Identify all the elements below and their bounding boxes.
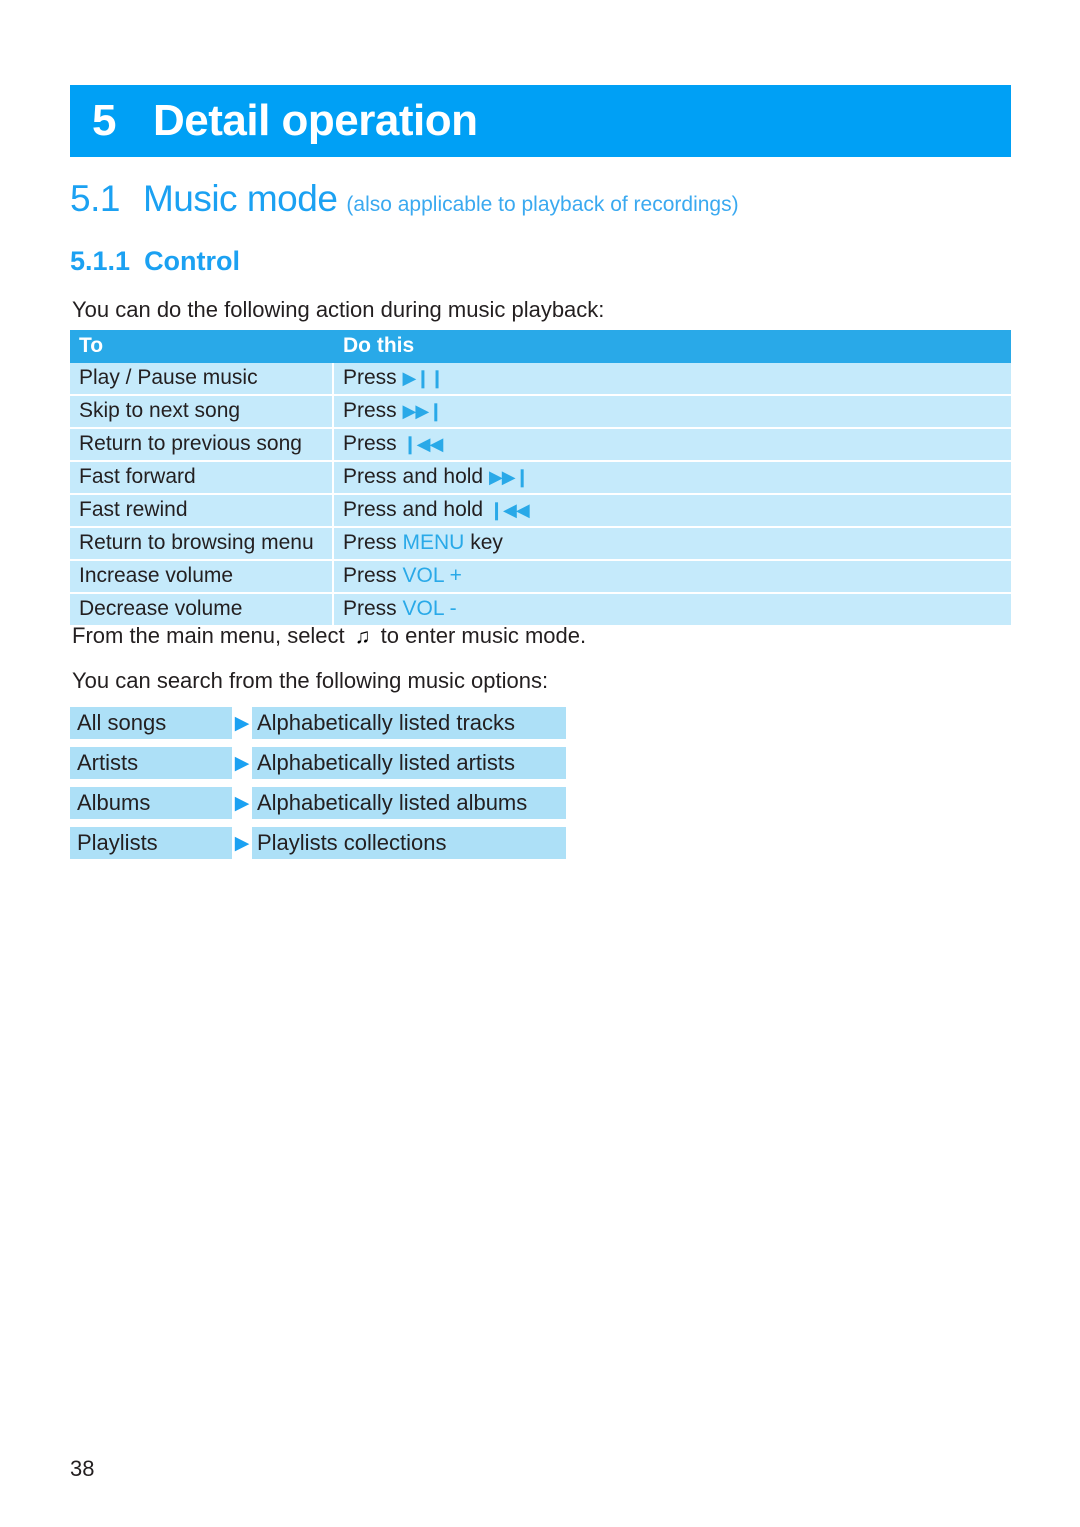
fast-rewind-icon: ❙◀◀ bbox=[488, 500, 530, 520]
instruction-prefix: Press bbox=[343, 531, 403, 554]
option-name: Albums bbox=[70, 787, 232, 819]
list-item: Artists ▶ Alphabetically listed artists bbox=[70, 747, 630, 779]
table-row: Play / Pause music Press ▶❙❙ bbox=[70, 363, 1011, 396]
arrow-right-icon: ▶ bbox=[234, 832, 250, 854]
chapter-title: Detail operation bbox=[152, 96, 478, 145]
previous-track-icon: ❙◀◀ bbox=[402, 434, 444, 454]
cell-action-name: Increase volume bbox=[70, 560, 334, 594]
list-item: All songs ▶ Alphabetically listed tracks bbox=[70, 707, 630, 739]
key-label: VOL + bbox=[402, 564, 462, 587]
option-name: All songs bbox=[70, 707, 232, 739]
key-label: MENU bbox=[402, 531, 465, 554]
option-description: Alphabetically listed artists bbox=[252, 747, 566, 779]
option-description: Alphabetically listed tracks bbox=[252, 707, 566, 739]
control-table-body: Play / Pause music Press ▶❙❙ Skip to next … bbox=[70, 363, 1011, 625]
column-header-to: To bbox=[70, 330, 334, 363]
table-row: Skip to next song Press ▶▶❙ bbox=[70, 395, 1011, 429]
list-item: Albums ▶ Alphabetically listed albums bbox=[70, 787, 630, 819]
instruction-prefix: Press bbox=[343, 564, 403, 587]
cell-action-instruction: Press and hold ▶▶❙ bbox=[333, 461, 1011, 495]
chapter-number: 5 bbox=[92, 96, 116, 145]
list-item: Playlists ▶ Playlists collections bbox=[70, 827, 630, 859]
main-menu-text-before: From the main menu, select bbox=[72, 623, 345, 648]
instruction-prefix: Press bbox=[343, 366, 403, 389]
section-number: 5.1 bbox=[70, 178, 120, 219]
subsection-heading: 5.1.1 Control bbox=[70, 246, 240, 277]
manual-page: 5 Detail operation 5.1 Music mode (also … bbox=[0, 0, 1080, 1527]
option-description: Playlists collections bbox=[252, 827, 566, 859]
cell-action-name: Return to browsing menu bbox=[70, 527, 334, 561]
music-note-icon: ♫ bbox=[354, 625, 371, 648]
table-row: Return to previous song Press ❙◀◀ bbox=[70, 428, 1011, 462]
section-heading: 5.1 Music mode (also applicable to playb… bbox=[70, 178, 739, 220]
table-row: Fast rewind Press and hold ❙◀◀ bbox=[70, 494, 1011, 528]
option-name: Playlists bbox=[70, 827, 232, 859]
table-row: Fast forward Press and hold ▶▶❙ bbox=[70, 461, 1011, 495]
search-options-paragraph: You can search from the following music … bbox=[72, 668, 549, 693]
cell-action-instruction: Press ▶❙❙ bbox=[333, 363, 1011, 396]
chapter-banner: 5 Detail operation bbox=[70, 85, 1011, 157]
table-header-row: To Do this bbox=[70, 330, 1011, 363]
subsection-title: Control bbox=[144, 246, 241, 276]
cell-action-name: Skip to next song bbox=[70, 395, 334, 429]
section-note: (also applicable to playback of recordin… bbox=[346, 193, 739, 216]
cell-action-name: Return to previous song bbox=[70, 428, 334, 462]
column-header-do-this: Do this bbox=[333, 330, 1011, 363]
table-row: Increase volume Press VOL + bbox=[70, 560, 1011, 594]
cell-action-name: Fast forward bbox=[70, 461, 334, 495]
instruction-prefix: Press bbox=[343, 399, 403, 422]
arrow-right-icon: ▶ bbox=[234, 792, 250, 814]
instruction-prefix: Press bbox=[343, 432, 403, 455]
section-title: Music mode bbox=[142, 178, 338, 219]
cell-action-name: Fast rewind bbox=[70, 494, 334, 528]
cell-action-name: Decrease volume bbox=[70, 593, 334, 625]
main-menu-paragraph: From the main menu, select ♫ to enter mu… bbox=[72, 623, 586, 649]
option-description: Alphabetically listed albums bbox=[252, 787, 566, 819]
main-menu-text-after: to enter music mode. bbox=[380, 623, 587, 648]
cell-action-instruction: Press ▶▶❙ bbox=[333, 395, 1011, 429]
fast-forward-icon: ▶▶❙ bbox=[488, 467, 530, 487]
arrow-right-icon: ▶ bbox=[234, 752, 250, 774]
instruction-prefix: Press and hold bbox=[343, 498, 489, 521]
arrow-right-icon: ▶ bbox=[234, 712, 250, 734]
cell-action-instruction: Press VOL - bbox=[333, 593, 1011, 625]
cell-action-instruction: Press and hold ❙◀◀ bbox=[333, 494, 1011, 528]
play-pause-icon: ▶❙❙ bbox=[402, 368, 445, 388]
cell-action-instruction: Press MENU key bbox=[333, 527, 1011, 561]
cell-action-instruction: Press VOL + bbox=[333, 560, 1011, 594]
instruction-suffix: key bbox=[464, 531, 503, 554]
cell-action-instruction: Press ❙◀◀ bbox=[333, 428, 1011, 462]
table-row: Decrease volume Press VOL - bbox=[70, 593, 1011, 625]
instruction-prefix: Press and hold bbox=[343, 465, 489, 488]
cell-action-name: Play / Pause music bbox=[70, 363, 334, 396]
next-track-icon: ▶▶❙ bbox=[402, 401, 444, 421]
option-name: Artists bbox=[70, 747, 232, 779]
music-options-list: All songs ▶ Alphabetically listed tracks Ar… bbox=[70, 707, 630, 859]
instruction-prefix: Press bbox=[343, 597, 403, 620]
control-table: To Do this Play / Pause music Press ▶❙❙ Sk… bbox=[70, 330, 1011, 625]
page-number: 38 bbox=[70, 1456, 95, 1481]
intro-paragraph: You can do the following action during m… bbox=[72, 297, 605, 322]
subsection-number: 5.1.1 bbox=[70, 246, 131, 276]
table-row: Return to browsing menu Press MENU key bbox=[70, 527, 1011, 561]
key-label: VOL - bbox=[402, 597, 457, 620]
